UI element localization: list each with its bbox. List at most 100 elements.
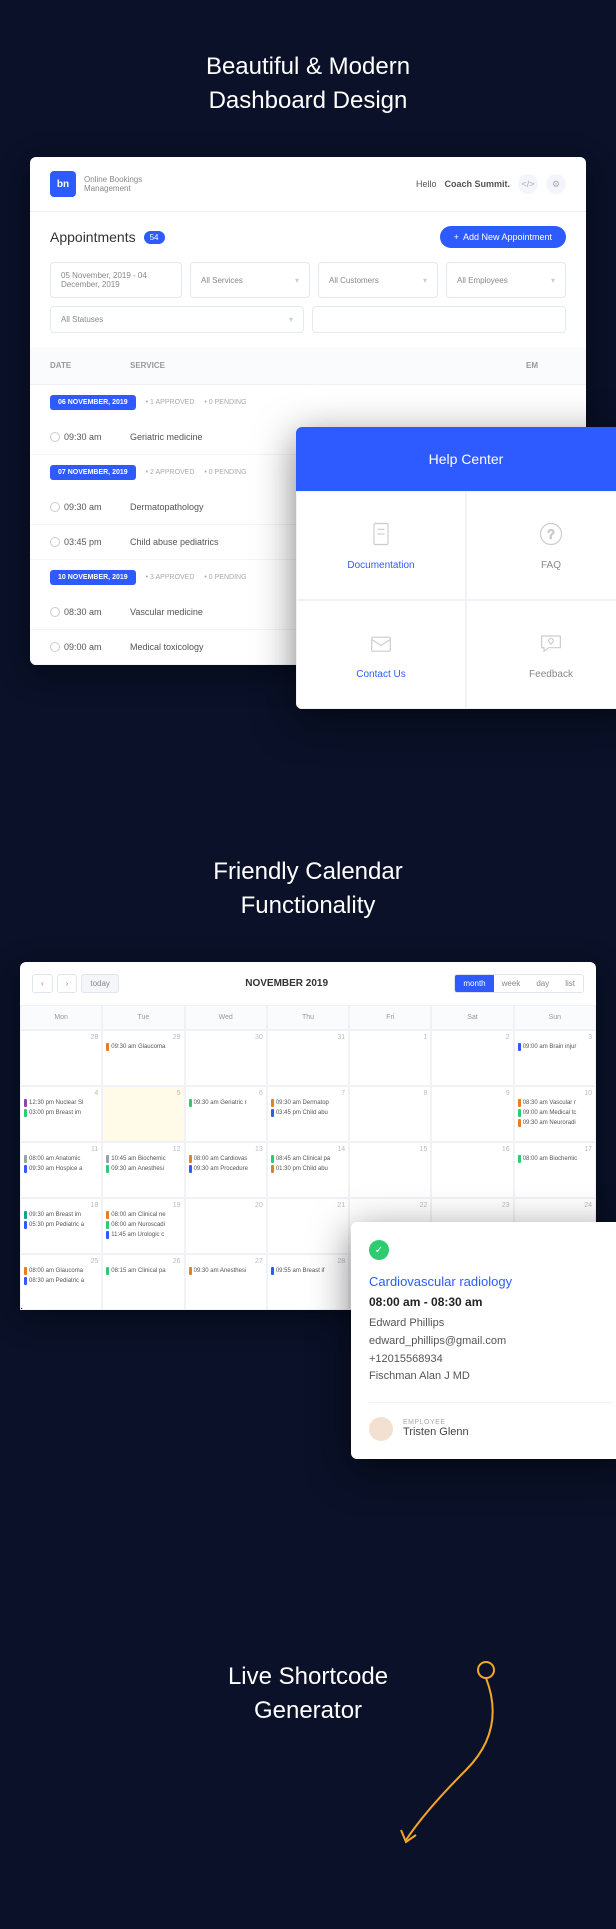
calendar-cell[interactable]: 2608:15 am Clinical pa — [102, 1254, 184, 1310]
chevron-down-icon: ▾ — [551, 276, 555, 285]
calendar-cell[interactable]: 412:30 pm Nuclear Sl03:00 pm Breast im — [20, 1086, 102, 1142]
appointment-time: 03:45 pm — [64, 537, 102, 547]
help-contact[interactable]: Contact Us — [296, 600, 466, 709]
calendar-cell[interactable]: 5 — [102, 1086, 184, 1142]
calendar-cell[interactable]: 2508:00 am Glaucoma08:30 am Pediatric a — [20, 1254, 102, 1310]
help-feedback[interactable]: Feedback — [466, 600, 616, 709]
calendar-cell[interactable]: 8 — [349, 1086, 431, 1142]
calendar-event[interactable]: 09:30 am Hospice a — [24, 1165, 98, 1173]
date-group-row[interactable]: 06 NOVEMBER, 2019• 1 APPROVED• 0 PENDING — [30, 385, 586, 420]
calendar-event[interactable]: 03:00 pm Breast im — [24, 1109, 98, 1117]
code-icon[interactable]: </> — [518, 174, 538, 194]
calendar-event[interactable]: 08:00 am Anatomic — [24, 1155, 98, 1163]
calendar-event[interactable]: 08:00 am Biochemic — [518, 1155, 592, 1163]
calendar-cell[interactable]: 9 — [431, 1086, 513, 1142]
calendar-event[interactable]: 09:30 am Glaucoma — [106, 1043, 180, 1051]
event-title[interactable]: Cardiovascular radiology — [369, 1274, 613, 1289]
calendar-cell[interactable]: 1408:45 am Clinical pa01:30 pm Child abu — [267, 1142, 349, 1198]
calendar-cell[interactable]: 30 — [185, 1030, 267, 1086]
services-filter[interactable]: All Services▾ — [190, 262, 310, 298]
calendar-cell[interactable]: 1708:00 am Biochemic — [514, 1142, 596, 1198]
calendar-cell[interactable]: 16 — [431, 1142, 513, 1198]
view-week[interactable]: week — [494, 975, 529, 992]
calendar-event[interactable]: 09:55 am Breast if — [271, 1267, 345, 1275]
calendar-cell[interactable]: 1308:00 am Cardiovas09:30 am Procedure — [185, 1142, 267, 1198]
calendar-event[interactable]: 08:15 am Clinical pa — [106, 1267, 180, 1275]
calendar-cell[interactable]: 28 — [20, 1030, 102, 1086]
calendar-event[interactable]: 08:30 am Vascular r — [518, 1099, 592, 1107]
calendar-event[interactable]: 10:45 am Biochemic — [106, 1155, 180, 1163]
calendar-event[interactable]: 09:30 am Anesthesi — [189, 1267, 263, 1275]
decorative-arrow — [366, 1650, 516, 1850]
calendar-event[interactable]: 11:45 am Urologic c — [106, 1231, 180, 1239]
calendar-cell[interactable]: 609:30 am Geriatric r — [185, 1086, 267, 1142]
calendar-cell[interactable]: 1 — [349, 1030, 431, 1086]
calendar-event[interactable]: 09:30 am Geriatric r — [189, 1099, 263, 1107]
calendar-cell[interactable]: 2909:30 am Glaucoma — [102, 1030, 184, 1086]
customers-filter[interactable]: All Customers▾ — [318, 262, 438, 298]
pending-stat: • 0 PENDING — [204, 399, 246, 406]
clock-icon — [50, 432, 60, 442]
view-list[interactable]: list — [557, 975, 583, 992]
calendar-cell[interactable]: 2709:30 am Anesthesi — [185, 1254, 267, 1310]
plus-icon: + — [454, 232, 459, 242]
calendar-cell[interactable]: 20 — [185, 1198, 267, 1254]
calendar-cell[interactable]: 1908:00 am Clinical ne08:00 am Nuroscadi… — [102, 1198, 184, 1254]
calendar-event[interactable]: 09:30 am Neuroradi — [518, 1119, 592, 1127]
add-appointment-button[interactable]: + Add New Appointment — [440, 226, 566, 248]
calendar-event[interactable]: 08:45 am Clinical pa — [271, 1155, 345, 1163]
event-doctor: Fischman Alan J MD — [369, 1368, 613, 1386]
calendar-event[interactable]: 09:30 am Breast im — [24, 1211, 98, 1219]
statuses-filter[interactable]: All Statuses▾ — [50, 306, 304, 333]
calendar-event[interactable]: 08:30 am Pediatric a — [24, 1277, 98, 1285]
calendar-event[interactable]: 01:30 pm Child abu — [271, 1165, 345, 1173]
calendar-cell[interactable]: 2809:55 am Breast if — [267, 1254, 349, 1310]
date-chip: 06 NOVEMBER, 2019 — [50, 395, 136, 410]
calendar-event[interactable]: 09:00 am Medical tc — [518, 1109, 592, 1117]
table-header: DATE SERVICE EM — [30, 347, 586, 385]
date-chip: 07 NOVEMBER, 2019 — [50, 465, 136, 480]
chevron-down-icon: ▾ — [423, 276, 427, 285]
employee-name: Tristen Glenn — [403, 1426, 469, 1438]
calendar-cell[interactable]: 1809:30 am Breast im05:30 pm Pediatric a — [20, 1198, 102, 1254]
calendar-event[interactable]: 09:30 am Anesthesi — [106, 1165, 180, 1173]
view-day[interactable]: day — [528, 975, 557, 992]
today-button[interactable]: today — [81, 974, 119, 993]
calendar-event[interactable]: 08:00 am Glaucoma — [24, 1267, 98, 1275]
calendar-cell[interactable]: 1210:45 am Biochemic09:30 am Anesthesi — [102, 1142, 184, 1198]
help-faq[interactable]: ? FAQ — [466, 491, 616, 600]
calendar-event[interactable]: 08:00 am Clinical ne — [106, 1211, 180, 1219]
calendar-cell[interactable]: 309:00 am Brain injur — [514, 1030, 596, 1086]
avatar — [369, 1417, 393, 1441]
chevron-down-icon: ▾ — [289, 315, 293, 324]
help-title: Help Center — [296, 427, 616, 491]
appointment-time: 09:30 am — [64, 502, 102, 512]
calendar-day-header: Fri — [349, 1005, 431, 1030]
calendar-cell[interactable]: 709:30 am Dermatop03:45 pm Child abu — [267, 1086, 349, 1142]
calendar-cell[interactable]: 1108:00 am Anatomic09:30 am Hospice a — [20, 1142, 102, 1198]
calendar-cell[interactable]: 15 — [349, 1142, 431, 1198]
calendar-event[interactable]: 09:00 am Brain injur — [518, 1043, 592, 1051]
calendar-cell[interactable]: 31 — [267, 1030, 349, 1086]
calendar-event[interactable]: 05:30 pm Pediatric a — [24, 1221, 98, 1229]
help-documentation[interactable]: Documentation — [296, 491, 466, 600]
view-switcher: month week day list — [454, 974, 584, 993]
count-badge: 54 — [144, 231, 165, 244]
calendar-event[interactable]: 08:00 am Cardiovas — [189, 1155, 263, 1163]
calendar-event[interactable]: 12:30 pm Nuclear Sl — [24, 1099, 98, 1107]
calendar-event[interactable]: 09:30 am Procedure — [189, 1165, 263, 1173]
gear-icon[interactable]: ⚙ — [546, 174, 566, 194]
date-range-filter[interactable]: 05 November, 2019 - 04 December, 2019 — [50, 262, 182, 298]
calendar-cell[interactable]: 1008:30 am Vascular r09:00 am Medical tc… — [514, 1086, 596, 1142]
next-button[interactable]: › — [57, 974, 78, 993]
calendar-event[interactable]: 03:45 pm Child abu — [271, 1109, 345, 1117]
view-month[interactable]: month — [455, 975, 493, 992]
prev-button[interactable]: ‹ — [32, 974, 53, 993]
calendar-cell[interactable]: 21 — [267, 1198, 349, 1254]
calendar-day-header: Tue — [102, 1005, 184, 1030]
extra-filter[interactable] — [312, 306, 566, 333]
employees-filter[interactable]: All Employees▾ — [446, 262, 566, 298]
calendar-event[interactable]: 08:00 am Nuroscadi — [106, 1221, 180, 1229]
calendar-event[interactable]: 09:30 am Dermatop — [271, 1099, 345, 1107]
calendar-cell[interactable]: 2 — [431, 1030, 513, 1086]
